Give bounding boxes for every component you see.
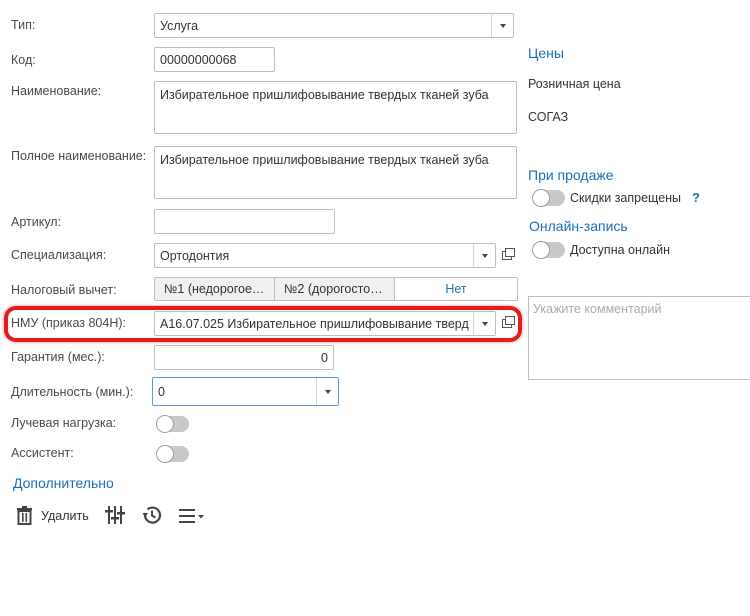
sale-header[interactable]: При продаже [528,167,614,183]
discounts-label: Скидки запрещены [570,191,682,205]
delete-button[interactable]: Удалить [16,506,89,525]
toggle-knob [532,189,550,207]
type-select[interactable]: Услуга [154,13,514,38]
assistant-label: Ассистент: [11,446,74,460]
comment-textarea[interactable]: Укажите комментарий [528,296,750,380]
sliders-icon [105,506,125,524]
duration-label: Длительность (мин.): [11,385,134,399]
radiation-toggle[interactable] [156,415,189,433]
menu-icon [179,509,204,523]
code-input[interactable]: 00000000068 [154,47,275,72]
full-name-label: Полное наименование: [11,149,147,163]
duration-value: 0 [158,384,165,399]
name-value: Избирательное пришлифовывание твердых тк… [160,88,489,102]
chevron-down-icon [324,389,331,394]
toggle-knob [156,445,174,463]
type-label: Тип: [11,18,36,32]
type-dropdown-button[interactable] [491,14,513,37]
online-toggle[interactable] [532,241,565,259]
trash-icon [17,506,32,525]
red-highlight-outline [4,306,522,342]
tax-option-1[interactable]: №1 (недорогое… [155,278,275,300]
code-label: Код: [11,53,36,67]
more-menu-button[interactable] [179,508,207,524]
open-window-icon [502,247,515,260]
insurer-label: СОГАЗ [528,110,569,124]
duration-dropdown-button[interactable] [316,378,338,405]
settings-button[interactable] [105,505,125,525]
toggle-knob [532,241,550,259]
history-icon [142,506,162,524]
tax-deduction-selector[interactable]: №1 (недорогое… №2 (дорогосто… Нет [154,277,518,301]
delete-label: Удалить [41,508,89,523]
specialization-value: Ортодонтия [160,248,230,263]
toggle-knob [156,415,174,433]
name-textarea[interactable]: Избирательное пришлифовывание твердых тк… [154,81,517,134]
radiation-label: Лучевая нагрузка: [11,416,117,430]
assistant-toggle[interactable] [156,445,189,463]
specialization-select[interactable]: Ортодонтия [154,243,496,268]
history-button[interactable] [141,504,163,526]
chevron-down-icon [499,23,506,28]
article-input[interactable] [154,209,335,234]
help-icon[interactable]: ? [692,190,700,205]
duration-select[interactable]: 0 [152,377,339,406]
tax-option-none[interactable]: Нет [395,278,517,300]
type-value: Услуга [160,18,199,33]
chevron-down-icon [481,253,488,258]
tax-option-2[interactable]: №2 (дорогосто… [275,278,395,300]
online-header[interactable]: Онлайн-запись [529,218,628,234]
discounts-toggle[interactable] [532,189,565,207]
name-label: Наименование: [11,84,102,98]
comment-placeholder: Укажите комментарий [533,302,662,316]
specialization-dropdown-button[interactable] [473,244,495,267]
specialization-label: Специализация: [11,248,107,262]
warranty-value: 0 [321,350,328,365]
warranty-label: Гарантия (мес.): [11,350,105,364]
more-link[interactable]: Дополнительно [13,475,114,491]
warranty-input[interactable]: 0 [154,345,334,370]
prices-header[interactable]: Цены [528,45,564,61]
retail-price-label: Розничная цена [528,77,621,91]
full-name-value: Избирательное пришлифовывание твердых тк… [160,153,489,167]
full-name-textarea[interactable]: Избирательное пришлифовывание твердых тк… [154,146,517,199]
specialization-open-button[interactable] [497,244,517,266]
code-value: 00000000068 [160,52,237,67]
article-label: Артикул: [11,215,62,229]
online-label: Доступна онлайн [570,243,671,257]
tax-deduction-label: Налоговый вычет: [11,283,117,297]
